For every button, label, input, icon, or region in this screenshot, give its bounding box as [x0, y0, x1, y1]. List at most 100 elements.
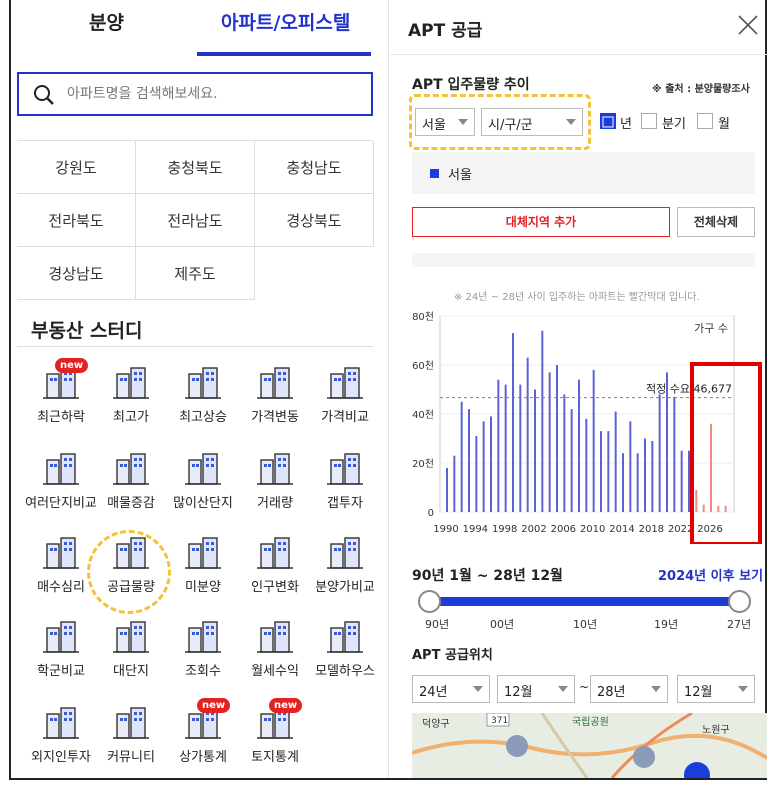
region-grid: 강원도 충청북도 충청남도 전라북도 전라남도 경상북도 경상남도 제주도	[17, 140, 374, 300]
active-tab-indicator	[197, 52, 371, 56]
right-panel: APT 공급 APT 입주물량 추이 ※ 출처 : 분양물량조사 서울 시/구/…	[390, 0, 767, 778]
chart-bar	[658, 394, 661, 512]
chart-bar	[717, 505, 720, 512]
region-jeonbuk[interactable]: 전라북도	[17, 194, 136, 247]
region-chungnam[interactable]: 충청남도	[255, 141, 374, 194]
x-tick-label: 2018	[639, 524, 664, 535]
chevron-down-icon	[651, 686, 661, 692]
slider-tick: 90년	[425, 618, 450, 631]
chart-bar	[695, 489, 698, 512]
chart-bar	[651, 440, 654, 512]
x-tick-label: 2006	[551, 524, 576, 535]
month-checkbox[interactable]	[697, 113, 713, 129]
search-box	[17, 72, 373, 116]
region-gangwon[interactable]: 강원도	[17, 141, 136, 194]
chevron-down-icon	[738, 686, 748, 692]
slider-start-handle[interactable]	[418, 590, 441, 613]
quarter-checkbox[interactable]	[641, 113, 657, 129]
to-year-select[interactable]: 28년	[590, 675, 668, 703]
x-tick-label: 1990	[433, 524, 458, 535]
search-icon[interactable]	[33, 84, 55, 106]
map-road	[412, 733, 767, 760]
chart-bar	[446, 467, 448, 512]
quarter-label: 분기	[662, 117, 686, 132]
panel-title: APT 공급	[408, 21, 483, 41]
x-tick-label: 2014	[609, 524, 634, 535]
y-tick-label: 20천	[412, 458, 434, 470]
close-icon[interactable]	[737, 14, 759, 36]
top-tabs: 분양 아파트/오피스텔	[11, 0, 389, 56]
region-chungbuk[interactable]: 충청북도	[136, 141, 255, 194]
chart-bar	[673, 396, 676, 512]
after-2024-link[interactable]: 2024년 이후 보기	[658, 565, 763, 584]
year-checkbox[interactable]	[600, 113, 616, 129]
buyer-sentiment-icon	[43, 537, 79, 569]
app-frame: 분양 아파트/오피스텔 강원도 충청북도 충청남도 전라북도 전라남도 경상북도…	[9, 0, 767, 780]
region-gyeongnam[interactable]: 경상남도	[17, 247, 136, 300]
region-jeonnam[interactable]: 전라남도	[136, 194, 255, 247]
period-slider-track[interactable]	[430, 597, 740, 606]
slider-end-handle[interactable]	[728, 590, 751, 613]
map-road	[610, 713, 693, 778]
chart-bar	[563, 394, 566, 512]
study-item[interactable]: new 토지통계	[233, 698, 317, 786]
to-month-value: 12월	[684, 685, 713, 700]
tab-apartment-officetel[interactable]: 아파트/오피스텔	[221, 8, 350, 35]
from-year-select[interactable]: 24년	[412, 675, 490, 703]
tab-presale[interactable]: 분양	[89, 8, 124, 35]
map-label: 덕양구	[422, 718, 450, 730]
chart-bar	[482, 421, 485, 512]
chart-bar	[600, 431, 602, 512]
views-icon	[185, 621, 221, 653]
map-marker-icon[interactable]	[633, 746, 655, 768]
region-jeju[interactable]: 제주도	[136, 247, 255, 300]
y-tick-label: 60천	[412, 360, 434, 372]
from-month-select[interactable]: 12월	[497, 675, 575, 703]
y-tick-label: 0	[428, 508, 434, 519]
listing-change-icon	[113, 453, 149, 485]
map-label: 노원구	[702, 724, 730, 736]
study-item-label: 갭투자	[327, 496, 363, 511]
chart-bar	[512, 333, 514, 512]
multi-complex-compare-icon	[43, 453, 79, 485]
chart-bar	[592, 369, 595, 512]
section-title: APT 입주물량 추이	[412, 77, 530, 93]
chart-bar	[585, 418, 588, 512]
popular-complex-icon	[185, 453, 221, 485]
search-input[interactable]	[67, 82, 357, 106]
chart-bar	[475, 436, 478, 512]
study-item-label: 분양가비교	[315, 580, 375, 595]
slider-tick: 19년	[654, 618, 679, 631]
price-compare-icon	[327, 367, 363, 399]
reference-label: 적정 수요 46,677	[646, 383, 732, 396]
chevron-down-icon	[473, 686, 483, 692]
region-gyeongbuk[interactable]: 경상북도	[255, 194, 374, 247]
x-tick-label: 2002	[521, 524, 546, 535]
slider-tick: 10년	[573, 618, 598, 631]
chart-bar	[629, 421, 632, 512]
study-item[interactable]: 분양가비교	[303, 532, 387, 616]
map-marker-icon[interactable]	[506, 735, 528, 757]
left-panel: 분양 아파트/오피스텔 강원도 충청북도 충청남도 전라북도 전라남도 경상북도…	[11, 0, 389, 778]
delete-all-button[interactable]: 전체삭제	[677, 207, 755, 237]
to-month-select[interactable]: 12월	[677, 675, 755, 703]
study-item[interactable]: 모델하우스	[303, 616, 387, 700]
chart-bar	[526, 357, 529, 512]
y-tick-label: 80천	[412, 311, 434, 323]
month-label: 월	[718, 117, 730, 132]
study-item[interactable]: 가격비교	[303, 362, 387, 446]
unit-label: 가구 수	[694, 322, 728, 335]
chart-bar	[541, 330, 544, 512]
chart-bar	[680, 450, 683, 512]
trade-volume-icon	[257, 453, 293, 485]
supply-map[interactable]: 371 덕양구 국립공원 노원구	[412, 713, 767, 778]
chart-bar	[702, 504, 705, 512]
from-month-value: 12월	[504, 685, 533, 700]
chart-bar	[556, 365, 558, 512]
map-marker-icon[interactable]	[684, 762, 710, 778]
chart-bar	[724, 505, 727, 512]
add-region-button[interactable]: 대체지역 추가	[412, 207, 670, 237]
study-item[interactable]: 갭투자	[303, 448, 387, 532]
x-tick-label: 2026	[697, 524, 722, 535]
chart-bar	[519, 384, 522, 512]
